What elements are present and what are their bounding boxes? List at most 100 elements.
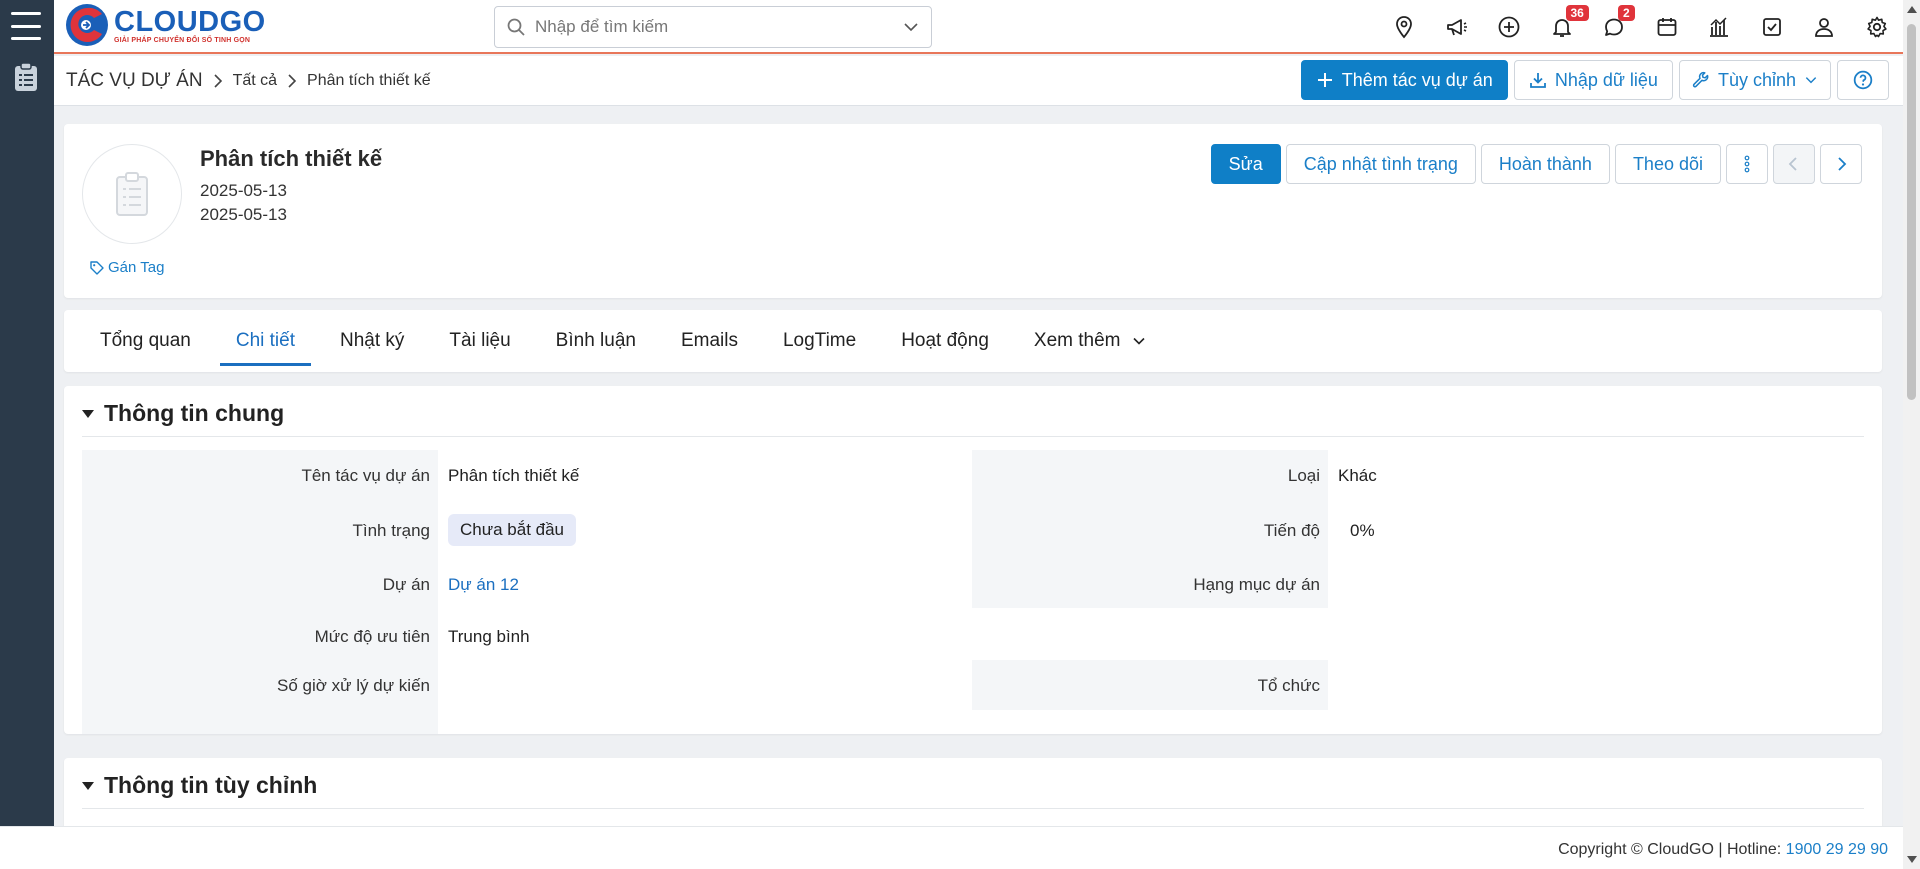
more-actions-button[interactable] (1726, 144, 1768, 184)
tab-details[interactable]: Chi tiết (219, 310, 312, 372)
section-divider (82, 436, 1864, 437)
scroll-up-arrow-icon[interactable] (1907, 6, 1917, 13)
tag-icon (90, 260, 104, 275)
progress-value[interactable]: 0% (1350, 521, 1375, 541)
footer-text: Copyright © CloudGO | Hotline: 1900 29 2… (1558, 841, 1888, 858)
chevron-right-icon (288, 74, 297, 88)
scroll-down-arrow-icon[interactable] (1907, 856, 1917, 863)
task-name-label: Tên tác vụ dự án (301, 466, 430, 485)
notification-count-badge: 36 (1565, 5, 1589, 21)
tab-logtime[interactable]: LogTime (767, 310, 872, 372)
tab-overview-label: Tổng quan (100, 330, 191, 351)
plus-circle-icon[interactable] (1483, 0, 1536, 54)
toolbar-actions: Thêm tác vụ dự án Nhập dữ liệu Tùy chỉnh (1300, 60, 1889, 100)
brand-name: CLOUDGO (114, 5, 266, 38)
header-icon-group: 36 2 (1378, 0, 1903, 54)
general-info-card: Thông tin chung Tên tác vụ dự án Phân tí… (64, 386, 1882, 734)
tab-emails[interactable]: Emails (665, 310, 754, 372)
breadcrumb-module[interactable]: TÁC VỤ DỰ ÁN (66, 70, 203, 92)
record-title: Phân tích thiết kế (200, 146, 383, 171)
copyright-text: Copyright © CloudGO (1558, 841, 1714, 858)
type-value[interactable]: Khác (1338, 466, 1377, 486)
tab-emails-label: Emails (680, 330, 738, 351)
chart-icon[interactable] (1693, 0, 1746, 54)
custom-info-header[interactable]: Thông tin tùy chỉnh (82, 772, 317, 799)
next-record-button[interactable] (1820, 144, 1862, 184)
organization-label: Tổ chức (1257, 676, 1320, 695)
download-icon (1529, 73, 1546, 88)
status-badge[interactable]: Chưa bắt đầu (448, 514, 577, 546)
top-header: CLOUDGO GIẢI PHÁP CHUYỂN ĐỔI SỐ TINH GỌN… (54, 0, 1903, 54)
previous-record-button[interactable] (1773, 144, 1815, 184)
chevron-left-icon (1788, 157, 1797, 171)
chevron-down-icon (1133, 337, 1146, 345)
assign-tag-link[interactable]: Gán Tag (90, 259, 164, 276)
global-search[interactable] (494, 6, 932, 48)
status-label: Tình trạng (352, 521, 431, 540)
help-button[interactable] (1837, 60, 1889, 100)
tab-activity-label: Hoạt động (901, 330, 989, 351)
edit-button[interactable]: Sửa (1210, 144, 1281, 184)
vertical-scrollbar[interactable] (1903, 0, 1920, 869)
hamburger-menu-icon[interactable] (11, 12, 41, 40)
section-divider (82, 808, 1864, 809)
gear-icon[interactable] (1851, 0, 1904, 54)
tab-overview[interactable]: Tổng quan (84, 310, 207, 372)
cloudgo-logo[interactable]: CLOUDGO GIẢI PHÁP CHUYỂN ĐỔI SỐ TINH GỌN (64, 2, 266, 48)
import-data-label: Nhập dữ liệu (1554, 69, 1658, 90)
detail-tabs-card: Tổng quan Chi tiết Nhật ký Tài liệu Bình… (64, 310, 1882, 372)
customize-button[interactable]: Tùy chỉnh (1678, 60, 1831, 100)
project-link[interactable]: Dự án 12 (448, 575, 519, 595)
footer: Copyright © CloudGO | Hotline: 1900 29 2… (0, 826, 1903, 869)
user-icon[interactable] (1798, 0, 1851, 54)
chevron-down-icon[interactable] (903, 19, 919, 35)
chevron-down-icon (1805, 77, 1817, 84)
update-status-button[interactable]: Cập nhật tình trạng (1285, 144, 1476, 184)
map-pin-icon[interactable] (1378, 0, 1431, 54)
tab-documents[interactable]: Tài liệu (433, 310, 526, 372)
message-count-badge: 2 (1618, 5, 1635, 21)
tab-logtime-label: LogTime (782, 330, 857, 351)
caret-down-icon (82, 781, 94, 790)
scrollbar-thumb[interactable] (1907, 24, 1916, 400)
record-end-date: 2025-05-13 (200, 205, 287, 224)
wrench-icon (1692, 71, 1709, 88)
complete-button[interactable]: Hoàn thành (1480, 144, 1610, 184)
tab-more[interactable]: Xem thêm (1018, 310, 1163, 372)
task-list-icon (116, 172, 148, 216)
add-project-task-button[interactable]: Thêm tác vụ dự án (1300, 60, 1508, 100)
search-icon (507, 18, 525, 36)
tab-documents-label: Tài liệu (449, 330, 511, 351)
tab-comments[interactable]: Bình luận (540, 310, 652, 372)
follow-button[interactable]: Theo dõi (1614, 144, 1721, 184)
type-label: Loại (1287, 466, 1320, 485)
megaphone-icon[interactable] (1431, 0, 1484, 54)
priority-value[interactable]: Trung bình (448, 627, 530, 647)
record-avatar[interactable] (82, 144, 182, 244)
search-input[interactable] (535, 15, 895, 39)
bell-icon[interactable]: 36 (1536, 0, 1589, 54)
chat-icon[interactable]: 2 (1588, 0, 1641, 54)
customize-label: Tùy chỉnh (1717, 69, 1796, 90)
tab-activity[interactable]: Hoạt động (885, 310, 1005, 372)
task-name-value[interactable]: Phân tích thiết kế (448, 466, 579, 486)
plus-icon (1317, 73, 1332, 87)
general-info-header[interactable]: Thông tin chung (82, 400, 284, 427)
brand-slogan: GIẢI PHÁP CHUYỂN ĐỔI SỐ TINH GỌN (114, 36, 251, 44)
cloudgo-logo-icon (66, 4, 108, 46)
import-data-button[interactable]: Nhập dữ liệu (1513, 60, 1673, 100)
breadcrumb-all[interactable]: Tất cả (233, 72, 277, 90)
tab-more-label: Xem thêm (1033, 330, 1121, 351)
progress-label: Tiến độ (1263, 521, 1320, 540)
help-icon (1853, 70, 1873, 90)
breadcrumb-current: Phân tích thiết kế (307, 72, 431, 89)
hotline-number[interactable]: 1900 29 29 90 (1786, 841, 1888, 858)
tab-log[interactable]: Nhật ký (324, 310, 420, 372)
clipboard-icon[interactable] (14, 62, 38, 92)
calendar-icon[interactable] (1641, 0, 1694, 54)
detail-tabs: Tổng quan Chi tiết Nhật ký Tài liệu Bình… (84, 310, 1175, 372)
tab-log-label: Nhật ký (340, 330, 405, 351)
project-label: Dự án (382, 575, 430, 594)
checkbox-icon[interactable] (1746, 0, 1799, 54)
project-item-label: Hạng mục dự án (1193, 575, 1320, 594)
